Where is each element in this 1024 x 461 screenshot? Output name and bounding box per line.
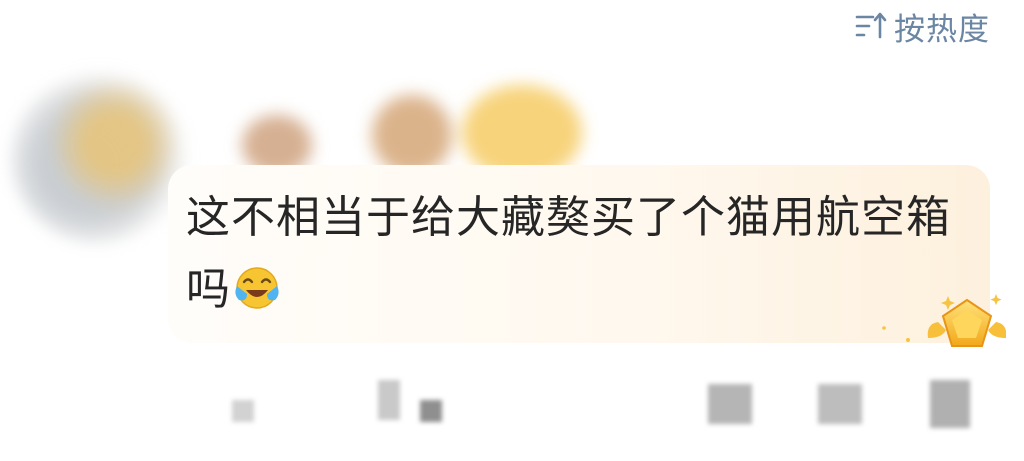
sort-label: 按热度	[894, 11, 990, 48]
action-item-blurred[interactable]	[378, 380, 400, 420]
action-item-blurred[interactable]	[930, 380, 970, 428]
action-item-blurred[interactable]	[232, 400, 254, 422]
action-item-blurred[interactable]	[708, 384, 752, 424]
comment-action-bar	[0, 370, 1024, 440]
laughing-crying-emoji-icon	[235, 267, 279, 309]
comment-body: 这不相当于给大藏獒买了个猫用航空箱吗	[186, 192, 951, 315]
action-item-blurred[interactable]	[818, 384, 862, 424]
avatar[interactable]	[10, 70, 190, 245]
comment-panel: 按热度 这不相当于给大藏獒买了个猫用航空箱吗	[0, 0, 1024, 461]
action-item-blurred[interactable]	[420, 400, 442, 422]
sort-by-hot-button[interactable]: 按热度	[854, 6, 990, 48]
crown-gem-badge-icon	[882, 294, 1006, 347]
comment-text: 这不相当于给大藏獒买了个猫用航空箱吗	[186, 182, 976, 326]
sort-arrow-icon	[855, 12, 887, 39]
